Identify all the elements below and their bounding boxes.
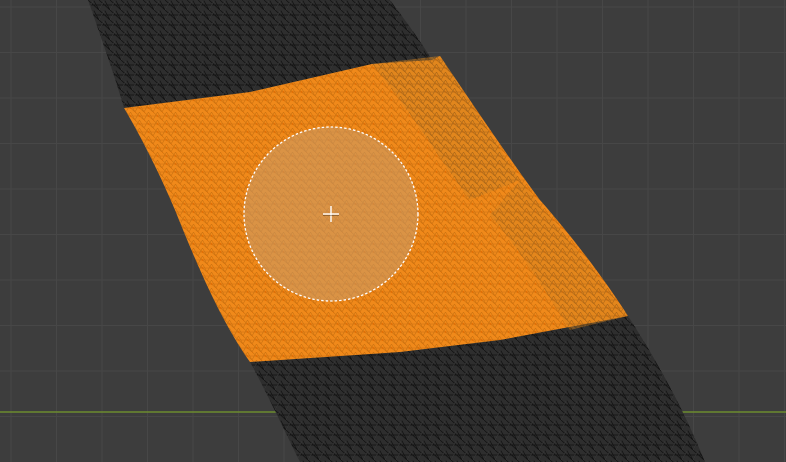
3d-viewport[interactable]	[0, 0, 786, 462]
viewport-canvas[interactable]	[0, 0, 786, 462]
